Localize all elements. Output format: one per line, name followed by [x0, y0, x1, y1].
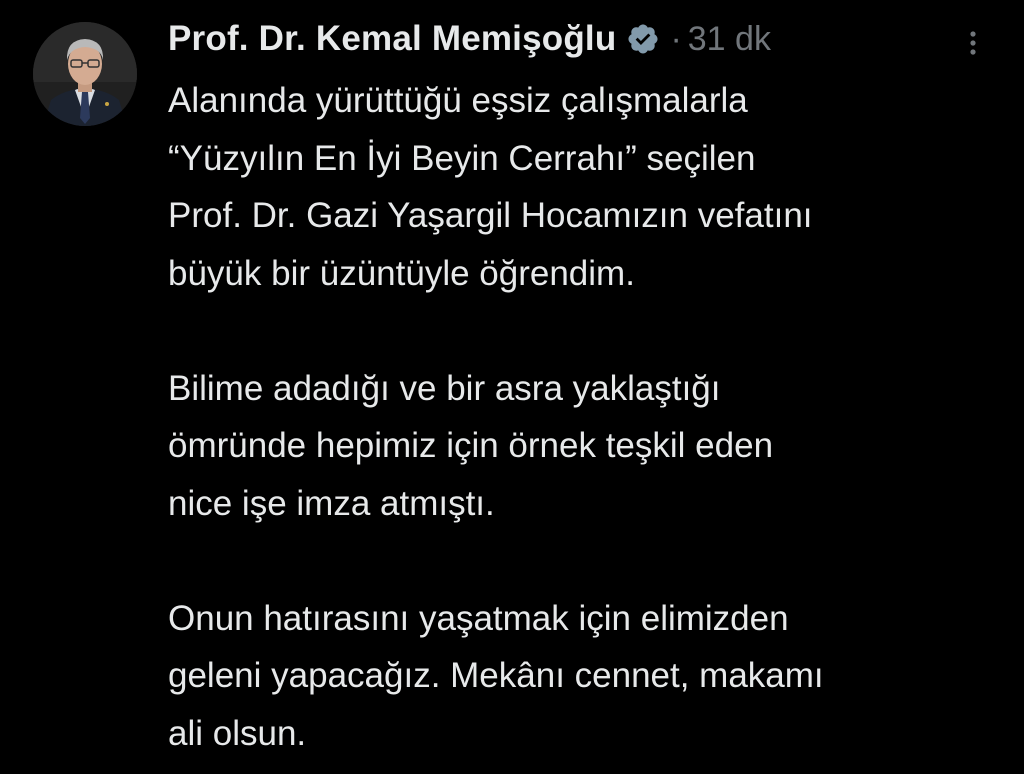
text-line: ali olsun. [168, 713, 307, 753]
text-line: Onun hatırasını yaşatmak için elimizden [168, 598, 789, 638]
avatar[interactable] [33, 22, 137, 126]
more-options-icon[interactable] [961, 28, 985, 58]
text-line: Alanında yürüttüğü eşsiz çalışmalarla [168, 81, 748, 120]
text-line: büyük bir üzüntüyle öğrendim. [168, 253, 635, 293]
text-line: ömründe hepimiz için örnek teşkil eden [168, 426, 774, 465]
text-line: geleni yapacağız. Mekânı cennet, makamı [168, 656, 824, 695]
text-line: “Yüzyılın En İyi Beyin Cerrahı” seçilen [168, 138, 756, 178]
tweet-paragraph-1: Alanında yürüttüğü eşsiz çalışmalarla “Y… [168, 72, 998, 302]
text-line: nice işe imza atmıştı. [168, 483, 495, 523]
tweet-content: Prof. Dr. Kemal Memişoğlu · 31 dk Alanın… [168, 14, 998, 762]
verified-badge-icon[interactable] [626, 22, 660, 56]
tweet-paragraph-2: Bilime adadığı ve bir asra yaklaştığı öm… [168, 360, 998, 533]
tweet-header: Prof. Dr. Kemal Memişoğlu · 31 dk [168, 14, 998, 64]
text-line: Prof. Dr. Gazi Yaşargil Hocamızın vefatı… [168, 196, 813, 235]
author-name[interactable]: Prof. Dr. Kemal Memişoğlu [168, 19, 616, 59]
tweet[interactable]: Prof. Dr. Kemal Memişoğlu · 31 dk Alanın… [0, 0, 1024, 774]
tweet-text: Alanında yürüttüğü eşsiz çalışmalarla “Y… [168, 72, 998, 762]
timestamp[interactable]: 31 dk [688, 20, 771, 59]
text-line: Bilime adadığı ve bir asra yaklaştığı [168, 368, 721, 408]
separator-dot: · [670, 19, 682, 58]
profile-photo-icon [33, 22, 137, 126]
tweet-paragraph-3: Onun hatırasını yaşatmak için elimizden … [168, 590, 998, 763]
